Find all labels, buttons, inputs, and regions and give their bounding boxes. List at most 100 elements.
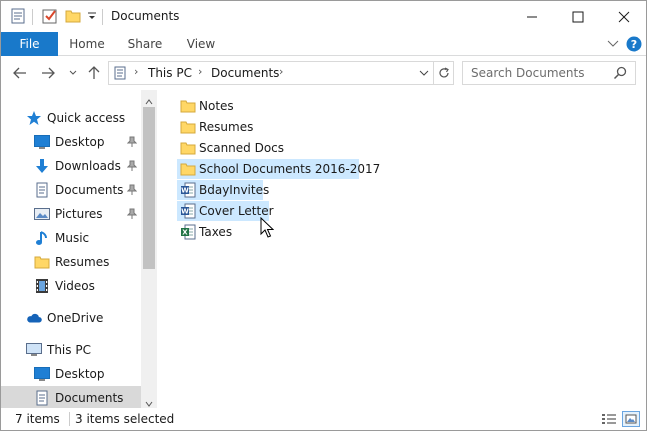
file-item-cover-letter[interactable]: W Cover Letter bbox=[177, 201, 274, 221]
close-icon bbox=[618, 11, 630, 22]
document-icon bbox=[34, 390, 50, 406]
file-item-bdayinvites[interactable]: W BdayInvites bbox=[177, 180, 269, 200]
forward-button[interactable] bbox=[39, 64, 57, 82]
file-item-scanned-docs[interactable]: Scanned Docs bbox=[177, 138, 284, 158]
selection-count: 3 items selected bbox=[75, 412, 175, 426]
folder-icon bbox=[180, 140, 196, 156]
document-icon bbox=[34, 182, 50, 198]
nav-downloads-pinned[interactable]: Downloads bbox=[1, 154, 141, 178]
refresh-icon bbox=[439, 67, 449, 78]
music-icon bbox=[34, 230, 50, 246]
status-divider bbox=[69, 412, 70, 426]
tab-share[interactable]: Share bbox=[121, 32, 169, 56]
pin-icon bbox=[126, 183, 138, 197]
nav-pictures-pinned[interactable]: Pictures bbox=[1, 202, 141, 226]
breadcrumb-separator[interactable]: › bbox=[134, 65, 138, 78]
address-divider bbox=[433, 62, 434, 84]
nav-desktop-pinned[interactable]: Desktop bbox=[1, 130, 141, 154]
svg-text:W: W bbox=[181, 208, 189, 216]
nav-this-pc[interactable]: This PC bbox=[1, 338, 141, 362]
search-icon[interactable] bbox=[613, 66, 627, 83]
address-dropdown-button[interactable] bbox=[415, 62, 433, 84]
minimize-button[interactable] bbox=[509, 1, 555, 32]
breadcrumb-documents[interactable]: Documents bbox=[211, 66, 279, 80]
excel-doc-icon: X bbox=[180, 224, 196, 240]
address-bar[interactable]: › This PC › Documents › bbox=[108, 61, 454, 85]
maximize-icon bbox=[572, 11, 584, 22]
expand-ribbon-icon[interactable] bbox=[605, 32, 621, 56]
word-doc-icon: W bbox=[180, 203, 196, 219]
breadcrumb-this-pc[interactable]: This PC bbox=[148, 66, 192, 80]
folder-icon bbox=[180, 98, 196, 114]
pin-icon bbox=[126, 135, 138, 149]
nav-videos[interactable]: Videos bbox=[1, 274, 141, 298]
navigation-pane: Quick access Desktop Downloads Documents… bbox=[1, 90, 157, 410]
nav-pc-desktop[interactable]: Desktop bbox=[1, 362, 141, 386]
item-count: 7 items bbox=[15, 412, 60, 426]
search-input[interactable] bbox=[471, 65, 611, 81]
tab-home[interactable]: Home bbox=[63, 32, 111, 56]
file-item-resumes[interactable]: Resumes bbox=[177, 117, 255, 137]
properties-icon[interactable] bbox=[9, 7, 27, 25]
details-view-icon[interactable] bbox=[600, 411, 618, 427]
folder-icon bbox=[34, 254, 50, 270]
mouse-cursor-icon bbox=[260, 217, 274, 238]
maximize-button[interactable] bbox=[555, 1, 601, 32]
word-doc-icon: W bbox=[180, 182, 196, 198]
ribbon-tabs: File Home Share View ? bbox=[1, 32, 646, 56]
tab-view[interactable]: View bbox=[177, 32, 225, 56]
customize-dropdown-icon[interactable] bbox=[86, 7, 98, 25]
star-icon bbox=[26, 110, 42, 126]
address-row: › This PC › Documents › bbox=[1, 56, 646, 90]
status-bar: 7 items 3 items selected bbox=[1, 408, 646, 430]
back-button[interactable] bbox=[11, 64, 29, 82]
up-button[interactable] bbox=[85, 64, 103, 82]
checkmark-icon[interactable] bbox=[41, 7, 59, 25]
window-title: Documents bbox=[111, 9, 180, 23]
file-item-taxes[interactable]: X Taxes bbox=[177, 222, 233, 242]
pictures-icon bbox=[34, 206, 50, 222]
nav-quick-access[interactable]: Quick access bbox=[1, 106, 141, 130]
help-icon[interactable]: ? bbox=[625, 32, 643, 56]
large-icons-view-icon[interactable] bbox=[622, 411, 640, 427]
toolbar-divider bbox=[102, 9, 103, 25]
file-item-school-documents[interactable]: School Documents 2016-2017 bbox=[177, 159, 380, 179]
breadcrumb-separator[interactable]: › bbox=[279, 65, 283, 78]
refresh-button[interactable] bbox=[435, 62, 453, 84]
chevron-down-icon bbox=[69, 70, 77, 75]
svg-text:?: ? bbox=[631, 38, 637, 51]
close-button[interactable] bbox=[601, 1, 646, 32]
svg-text:W: W bbox=[181, 187, 189, 195]
nav-pc-documents[interactable]: Documents bbox=[1, 386, 141, 410]
scroll-up-icon[interactable] bbox=[145, 94, 153, 108]
nav-onedrive[interactable]: OneDrive bbox=[1, 306, 141, 330]
title-bar: Documents bbox=[1, 1, 646, 32]
cloud-icon bbox=[26, 310, 42, 326]
breadcrumb-separator[interactable]: › bbox=[198, 65, 202, 78]
search-box[interactable] bbox=[462, 61, 636, 85]
scroll-thumb[interactable] bbox=[143, 107, 155, 269]
desktop-icon bbox=[34, 366, 50, 382]
forward-arrow-icon bbox=[42, 67, 55, 79]
file-explorer-window: Documents File Home Share View ? › This … bbox=[0, 0, 647, 431]
nav-resumes[interactable]: Resumes bbox=[1, 250, 141, 274]
toolbar-divider bbox=[32, 9, 33, 25]
pin-icon bbox=[126, 159, 138, 173]
nav-scrollbar[interactable] bbox=[141, 90, 157, 408]
file-item-notes[interactable]: Notes bbox=[177, 96, 235, 116]
minimize-icon bbox=[527, 16, 537, 17]
new-folder-icon[interactable] bbox=[64, 7, 82, 25]
nav-music[interactable]: Music bbox=[1, 226, 141, 250]
desktop-icon bbox=[34, 134, 50, 150]
videos-icon bbox=[34, 278, 50, 294]
nav-documents-pinned[interactable]: Documents bbox=[1, 178, 141, 202]
computer-icon bbox=[26, 342, 42, 358]
folder-icon bbox=[180, 161, 196, 177]
tab-file[interactable]: File bbox=[1, 32, 58, 56]
up-arrow-icon bbox=[88, 66, 100, 79]
back-arrow-icon bbox=[13, 67, 26, 79]
download-icon bbox=[34, 158, 50, 174]
pin-icon bbox=[126, 207, 138, 221]
recent-locations-button[interactable] bbox=[67, 64, 79, 82]
file-list: Notes Resumes Scanned Docs School Docume… bbox=[157, 90, 646, 408]
